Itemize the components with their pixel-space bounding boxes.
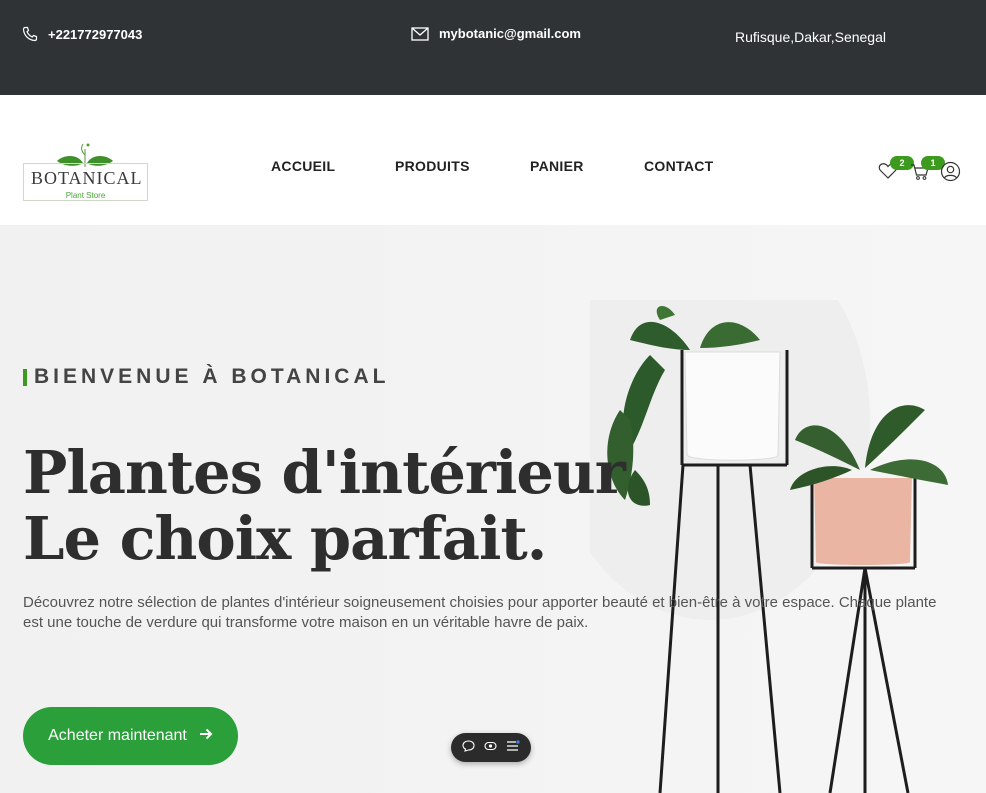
- nav-item-panier[interactable]: PANIER: [530, 158, 584, 174]
- eye-icon[interactable]: [484, 739, 497, 757]
- logo[interactable]: BOTANICAL Plant Store: [23, 141, 149, 201]
- nav-item-produits[interactable]: PRODUITS: [395, 158, 470, 174]
- user-icon[interactable]: [940, 161, 961, 187]
- hero-headline: Plantes d'intérieur Le choix parfait.: [23, 438, 626, 573]
- logo-tagline: Plant Store: [65, 191, 106, 200]
- eyebrow-accent-bar: [23, 368, 27, 386]
- eyebrow-text: BIENVENUE À BOTANICAL: [34, 365, 390, 388]
- hero-eyebrow: BIENVENUE À BOTANICAL: [23, 365, 390, 388]
- headline-line-1: Plantes d'intérieur: [23, 438, 626, 507]
- email-contact[interactable]: mybotanic@gmail.com: [411, 26, 581, 41]
- location: Rufisque,Dakar,Senegal: [735, 29, 886, 45]
- phone-contact[interactable]: +221772977043: [22, 26, 142, 42]
- headline-line-2: Le choix parfait.: [23, 504, 547, 573]
- menu-icon[interactable]: [506, 739, 520, 757]
- phone-icon: [22, 26, 38, 42]
- buy-now-button[interactable]: Acheter maintenant: [23, 707, 238, 765]
- email-address: mybotanic@gmail.com: [439, 26, 581, 41]
- logo-wordmark: BOTANICAL: [31, 168, 143, 188]
- arrow-right-icon: [199, 727, 213, 745]
- nav-item-contact[interactable]: CONTACT: [644, 158, 714, 174]
- buy-now-label: Acheter maintenant: [48, 727, 187, 744]
- mail-icon: [411, 26, 429, 41]
- floating-toolbar: [451, 733, 531, 762]
- header-icons: 2 1: [878, 156, 963, 186]
- hero-description: Découvrez notre sélection de plantes d'i…: [23, 594, 937, 631]
- chat-icon[interactable]: [462, 739, 475, 757]
- phone-number: +221772977043: [48, 26, 143, 42]
- location-text: Rufisque,Dakar,Senegal: [735, 29, 886, 45]
- top-info-bar: +221772977043 mybotanic@gmail.com Rufisq…: [0, 0, 986, 95]
- hanging-plants-illustration: [590, 300, 948, 793]
- nav-item-accueil[interactable]: ACCUEIL: [271, 158, 335, 174]
